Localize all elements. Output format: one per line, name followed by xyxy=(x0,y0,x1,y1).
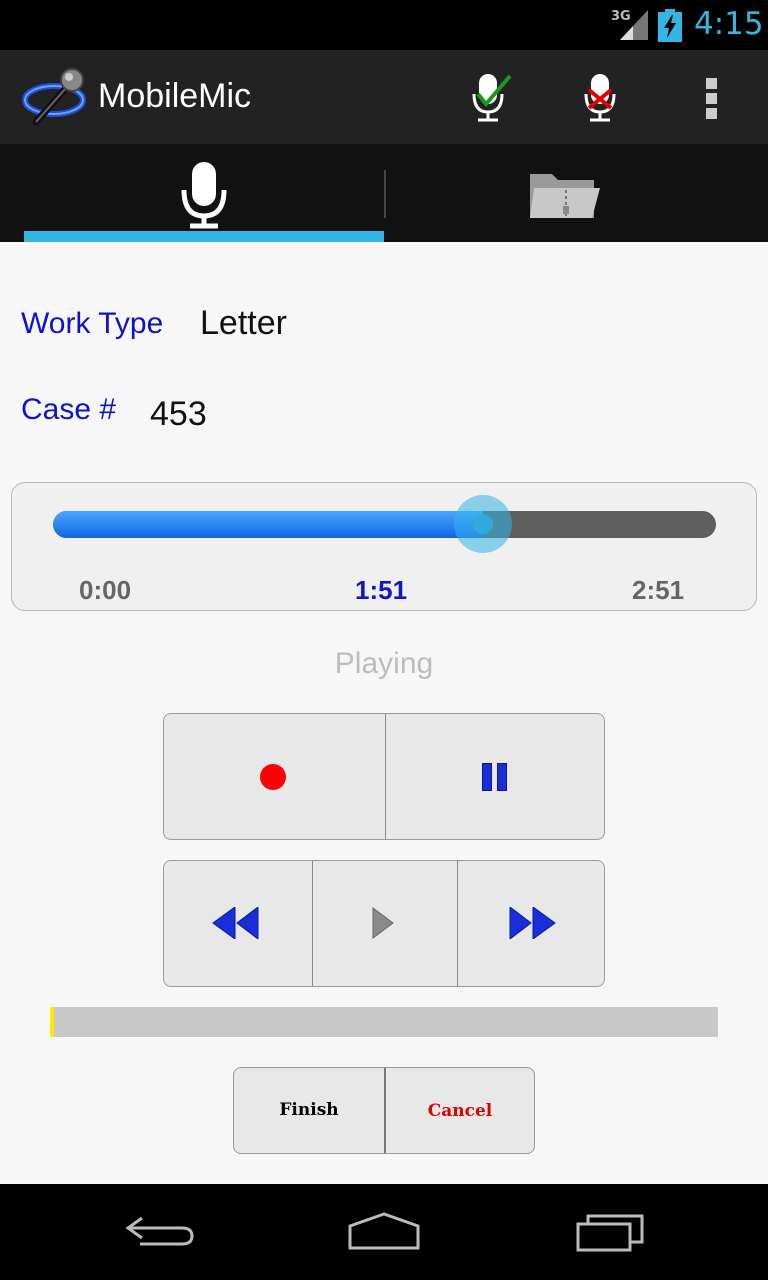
action-bar: MobileMic xyxy=(0,50,768,144)
finish-cancel-group: Finish Cancel xyxy=(233,1067,535,1154)
status-bar: 3G 4:15 xyxy=(0,0,768,50)
navigation-bar xyxy=(0,1184,768,1280)
record-pause-group xyxy=(163,713,605,840)
rewind-button[interactable] xyxy=(164,861,312,986)
transport-group xyxy=(163,860,605,987)
time-current: 1:51 xyxy=(355,575,408,605)
audio-level-fill xyxy=(50,1007,54,1037)
play-icon xyxy=(372,907,394,939)
work-type-value[interactable]: Letter xyxy=(200,304,287,343)
back-icon[interactable] xyxy=(120,1206,200,1256)
pause-icon xyxy=(482,763,508,791)
overflow-dot xyxy=(706,78,717,89)
overflow-dot xyxy=(706,93,717,104)
play-button[interactable] xyxy=(312,861,457,986)
finish-button[interactable]: Finish xyxy=(234,1068,384,1153)
record-button[interactable] xyxy=(164,714,385,839)
reject-recording-icon[interactable] xyxy=(576,72,626,124)
screen: 3G 4:15 MobileMic Work Type Letter Case … xyxy=(0,0,768,1280)
seek-bar-progress xyxy=(53,511,484,538)
fast-forward-button[interactable] xyxy=(457,861,604,986)
case-number-label: Case # xyxy=(21,393,117,426)
audio-level-meter xyxy=(50,1007,718,1037)
work-type-label: Work Type xyxy=(21,307,164,340)
tab-record[interactable] xyxy=(24,144,384,242)
seek-bar[interactable] xyxy=(53,511,716,538)
time-start: 0:00 xyxy=(79,575,132,605)
fast-forward-icon xyxy=(509,907,556,939)
rewind-icon xyxy=(212,907,259,939)
tab-files[interactable] xyxy=(386,144,744,242)
overflow-dot xyxy=(706,108,717,119)
mobilemic-logo-icon xyxy=(22,68,86,126)
cancel-button[interactable]: Cancel xyxy=(384,1068,534,1153)
zip-folder-icon xyxy=(530,174,600,218)
tab-selected-indicator xyxy=(24,231,384,242)
app-title: MobileMic xyxy=(98,77,252,115)
pause-button[interactable] xyxy=(385,714,604,839)
record-icon xyxy=(260,764,286,790)
home-icon[interactable] xyxy=(344,1206,424,1256)
microphone-icon xyxy=(181,162,227,229)
playback-panel: 0:00 1:51 2:51 xyxy=(11,482,757,611)
battery-charging-icon xyxy=(658,9,682,42)
accept-recording-icon[interactable] xyxy=(464,72,514,124)
recent-apps-icon[interactable] xyxy=(570,1206,650,1256)
signal-icon xyxy=(620,10,648,40)
time-total: 2:51 xyxy=(632,575,685,605)
seek-bar-thumb[interactable] xyxy=(454,495,513,553)
clock: 4:15 xyxy=(694,6,764,42)
overflow-menu-icon[interactable] xyxy=(696,74,728,122)
case-number-value[interactable]: 453 xyxy=(150,395,207,434)
playback-status: Playing xyxy=(334,647,434,680)
tab-bar xyxy=(0,144,768,242)
